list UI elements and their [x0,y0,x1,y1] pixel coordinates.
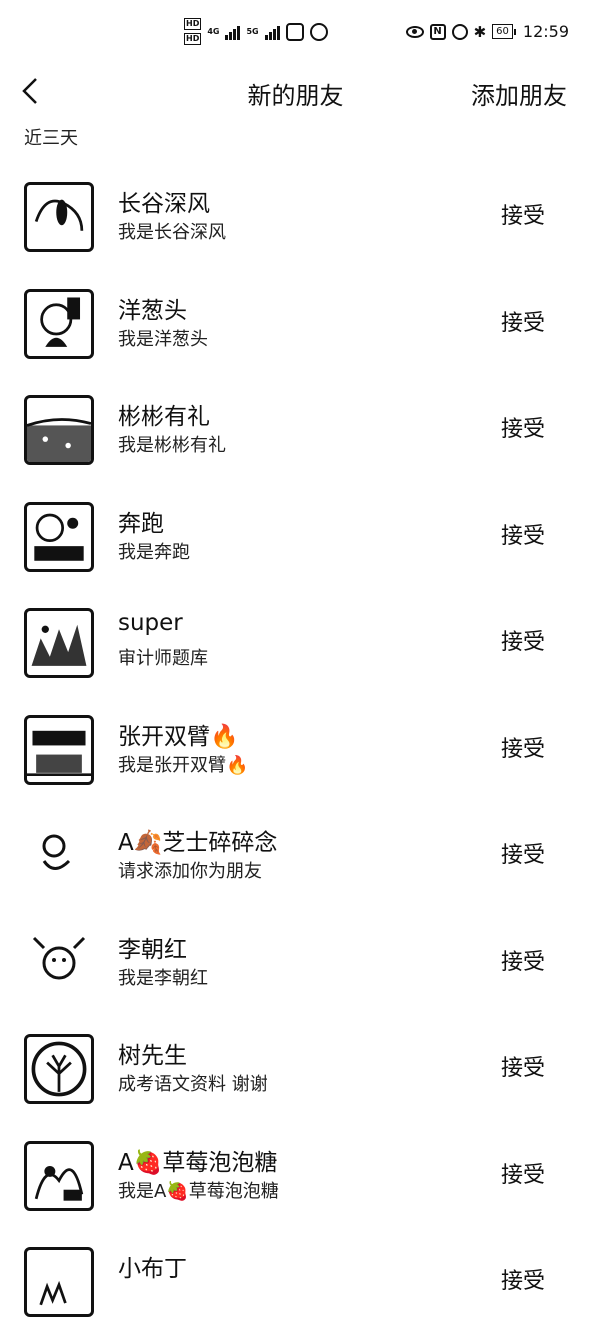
avatar-image [32,936,86,979]
avatar[interactable] [24,501,94,572]
status-bar: HD HD 4G 5G N ✱ 60 12:59 [0,0,591,64]
friend-request-item[interactable]: 李朝红我是李朝红 接受 [0,910,591,1017]
avatar[interactable] [24,1247,94,1317]
eye-icon [405,25,424,38]
accept-button[interactable]: 接受 [501,305,545,337]
friend-name: 小布丁 [118,1256,187,1282]
request-message: 我是A🍓草莓泡泡糖 [118,1180,279,1202]
nfc-icon: N [429,23,446,40]
signal-icon-2 [264,24,280,40]
hd-indicators: HD HD [184,18,202,45]
bluetooth-icon: ✱ [473,22,487,41]
accept-button[interactable]: 接受 [501,198,545,230]
accept-button[interactable]: 接受 [501,624,545,656]
friend-request-item[interactable]: 洋葱头我是洋葱头 接受 [0,271,591,378]
avatar-image [34,199,84,231]
request-message: 成考语文资料 谢谢 [118,1074,268,1095]
status-right: N ✱ 60 12:59 [405,22,569,41]
avatar-image [31,624,87,666]
request-message: 审计师题库 [118,648,208,669]
friend-name: 树先生 [118,1043,187,1069]
request-message: 我是张开双臂🔥 [118,754,249,776]
avatar-image [27,730,91,776]
friend-request-item[interactable]: 奔跑我是奔跑 接受 [0,484,591,591]
friend-name: 奔跑 [118,510,164,537]
alarm-icon [451,23,468,40]
friend-name: 李朝红 [118,936,187,963]
network-type-label-2: 5G [246,27,259,36]
friend-name: 张开双臂🔥 [118,723,239,750]
friend-request-list: 长谷深风 我是长谷深风 接受 洋葱头 我是洋葱头 接受 彬彬有礼 我是彬彬有礼 接受 奔跑 我是奔跑… [0,164,591,1336]
battery-icon: 60 [492,24,516,39]
network-type-label: 4G [207,27,220,36]
avatar[interactable] [24,821,94,891]
avatar[interactable] [24,714,94,785]
friend-request-item[interactable]: 张开双臂🔥 我是张开双臂🔥 接受 [0,697,591,804]
avatar[interactable] [24,288,94,359]
avatar[interactable] [24,1140,94,1211]
request-message: 我是长谷深风 [118,222,226,243]
add-friend-button[interactable]: 添加朋友 [471,76,567,111]
avatar[interactable] [24,608,94,678]
accept-button[interactable]: 接受 [501,1157,545,1189]
request-message: 我是洋葱头 [118,328,208,350]
friend-name: 彬彬有礼 [118,404,210,430]
friend-name: 长谷深风 [118,191,210,217]
accept-button[interactable]: 接受 [501,1050,545,1082]
request-message: 我是李朝红 [118,967,208,989]
avatar-image [27,418,91,462]
hd-badge-top: HD [184,18,202,30]
avatar-image [39,1280,67,1306]
app-notification-icon [285,22,304,41]
request-message: 请求添加你为朋友 [118,861,262,882]
section-label: 近三天 [24,128,78,149]
avatar-image [34,1165,84,1201]
friend-request-item[interactable]: 小布丁 接受 [0,1229,591,1336]
avatar[interactable] [24,182,94,252]
friend-name: super [118,610,183,636]
avatar-image [40,296,81,347]
avatar[interactable] [24,1034,94,1104]
avatar-image [31,1041,87,1097]
avatar[interactable] [24,395,94,465]
avatar[interactable] [24,927,94,998]
request-message: 我是奔跑 [118,541,190,563]
friend-request-item[interactable]: 彬彬有礼我是彬彬有礼 接受 [0,377,591,484]
avatar-image [42,834,71,870]
friend-request-item[interactable]: 长谷深风我是长谷深风 接受 [0,164,591,271]
avatar-image [34,513,84,561]
friend-request-item[interactable]: A🍓草莓泡泡糖我是A🍓草莓泡泡糖 接受 [0,1123,591,1230]
friend-name: 洋葱头 [118,297,187,324]
friend-name: A🍓草莓泡泡糖 [118,1149,278,1176]
request-message: 我是彬彬有礼 [118,435,226,456]
friend-name: A🍂芝士碎碎念 [118,830,278,856]
accept-button[interactable]: 接受 [501,731,545,763]
accept-button[interactable]: 接受 [501,837,545,869]
status-left: HD HD 4G 5G [184,18,328,45]
signal-icon [225,24,241,40]
friend-request-item[interactable]: A🍂芝士碎碎念请求添加你为朋友 接受 [0,803,591,910]
friend-request-item[interactable]: 树先生成考语文资料 谢谢 接受 [0,1016,591,1123]
app-notification-icon-2 [309,22,328,41]
hd-badge-bottom: HD [184,33,202,45]
accept-button[interactable]: 接受 [501,518,545,550]
accept-button[interactable]: 接受 [501,411,545,443]
accept-button[interactable]: 接受 [501,1263,545,1295]
friend-request-item[interactable]: super 审计师题库 接受 [0,590,591,697]
accept-button[interactable]: 接受 [501,944,545,976]
navigation-bar: 新的朋友 添加朋友 [0,64,591,120]
clock: 12:59 [522,22,569,41]
